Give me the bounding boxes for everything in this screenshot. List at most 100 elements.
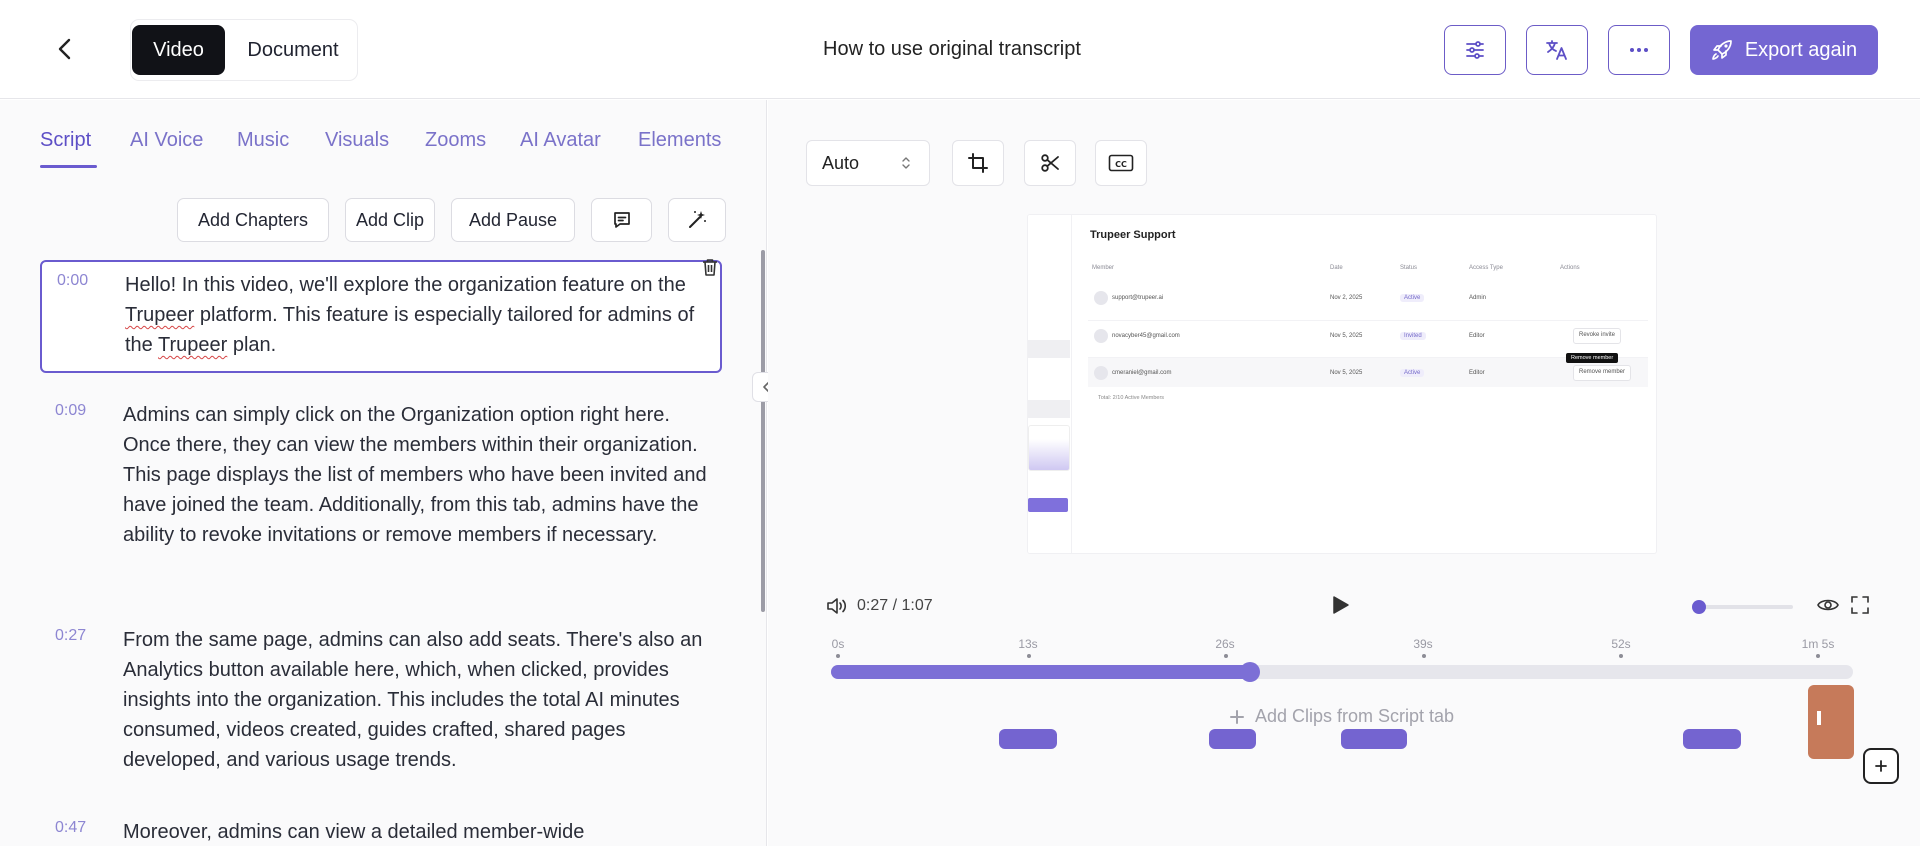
timeline-chapter-marker[interactable] (1683, 729, 1741, 749)
misspelled-word[interactable]: Trupeer (125, 304, 194, 326)
preview-access: Editor (1469, 333, 1485, 339)
playback-time: 0:27 / 1:07 (857, 597, 933, 615)
plus-square-icon (1875, 760, 1887, 772)
play-button[interactable] (1329, 594, 1351, 621)
timeline-tick (836, 654, 840, 658)
timeline-tick-label: 39s (1413, 637, 1433, 651)
back-button[interactable] (48, 32, 82, 66)
segment-text[interactable]: Admins can simply click on the Organizat… (123, 400, 713, 550)
preview-email: cmeraniel@gmail.com (1112, 370, 1172, 376)
script-segment-selected[interactable]: 0:00 Hello! In this video, we'll explore… (40, 260, 722, 373)
delete-segment-button[interactable] (700, 257, 724, 281)
drag-handle-icon[interactable] (1817, 711, 1821, 725)
timeline-tick-label: 0s (831, 637, 845, 651)
playhead-handle[interactable] (1240, 662, 1261, 682)
segment-text-part: plan. (227, 334, 277, 356)
timeline-tick (1224, 654, 1228, 658)
segment-timestamp[interactable]: 0:27 (55, 627, 86, 645)
status-badge: Active (1400, 294, 1425, 302)
volume-icon (827, 598, 847, 614)
video-editor-panel: Auto CC Trupeer Support Member Date Stat… (768, 100, 1920, 846)
comment-button[interactable] (591, 198, 652, 242)
closed-captions-icon: CC (1108, 154, 1134, 172)
preview-column-header: Status (1400, 265, 1418, 271)
tab-ai-avatar[interactable]: AI Avatar (520, 129, 601, 152)
add-pause-button[interactable]: Add Pause (451, 198, 575, 242)
segment-timestamp[interactable]: 0:09 (55, 402, 86, 420)
script-segment[interactable]: 0:09 Admins can simply click on the Orga… (40, 400, 722, 560)
preview-access: Admin (1469, 295, 1487, 301)
play-icon (1333, 596, 1349, 614)
timeline-tick-label: 13s (1018, 637, 1038, 651)
preview-date: Nov 5, 2025 (1330, 370, 1363, 376)
timeline-tick (1027, 654, 1031, 658)
timeline-chapter-marker[interactable] (1341, 729, 1407, 749)
translate-icon (1546, 40, 1567, 60)
add-frame-button[interactable] (1863, 748, 1899, 784)
preview-table-row: cmeraniel@gmail.com Nov 5, 2025 Active E… (1088, 357, 1648, 387)
segment-text[interactable]: From the same page, admins can also add … (123, 625, 713, 775)
tab-music[interactable]: Music (237, 129, 289, 152)
magic-wand-button[interactable] (668, 198, 726, 242)
tab-visuals[interactable]: Visuals (325, 129, 389, 152)
settings-button[interactable] (1444, 25, 1506, 75)
mode-document[interactable]: Document (231, 25, 355, 75)
revoke-invite-button: Revoke invite (1573, 328, 1622, 344)
segment-text-part: Hello! In this video, we'll explore the … (125, 274, 686, 296)
export-again-label: Export again (1744, 38, 1858, 61)
tab-elements[interactable]: Elements (638, 129, 721, 152)
script-segment[interactable]: 0:27 From the same page, admins can also… (40, 625, 722, 785)
crop-button[interactable] (952, 140, 1004, 186)
cut-button[interactable] (1024, 140, 1076, 186)
zoom-slider[interactable] (1692, 600, 1793, 614)
export-again-button[interactable]: Export again (1690, 25, 1878, 75)
script-panel: Script AI Voice Music Visuals Zooms AI A… (0, 100, 767, 846)
tab-zooms[interactable]: Zooms (425, 129, 486, 152)
page-title: How to use original transcript (823, 38, 1081, 60)
captions-button[interactable]: CC (1095, 140, 1147, 186)
avatar (1094, 291, 1108, 305)
misspelled-word[interactable]: Trupeer (158, 334, 227, 356)
top-bar: Video Document How to use original trans… (0, 0, 1920, 99)
tab-script[interactable]: Script (40, 129, 91, 152)
chevron-left-icon (58, 38, 71, 60)
mode-video[interactable]: Video (132, 25, 225, 75)
preview-table-row: support@trupeer.ai Nov 2, 2025 Active Ad… (1088, 283, 1648, 313)
fullscreen-button[interactable] (1851, 596, 1869, 619)
remove-member-button: Remove member (1573, 365, 1632, 381)
volume-button[interactable] (826, 596, 848, 621)
script-segment[interactable]: 0:47 Moreover, admins can view a detaile… (40, 817, 722, 846)
preview-footer: Total: 2/10 Active Members (1098, 395, 1165, 401)
add-clips-button[interactable]: Add Clips from Script tab (1229, 706, 1454, 727)
avatar (1094, 366, 1108, 380)
zoom-slider-handle[interactable] (1692, 600, 1706, 614)
add-clips-label: Add Clips from Script tab (1255, 706, 1455, 726)
segment-timestamp[interactable]: 0:47 (55, 819, 86, 837)
trash-icon (703, 259, 717, 276)
aspect-ratio-select[interactable]: Auto (806, 140, 930, 186)
script-scrollbar[interactable] (761, 250, 765, 612)
translate-button[interactable] (1526, 25, 1588, 75)
visibility-button[interactable] (1817, 596, 1839, 619)
crop-icon (968, 153, 988, 173)
segment-text[interactable]: Hello! In this video, we'll explore the … (125, 270, 715, 360)
status-badge: Invited (1400, 332, 1426, 340)
segment-text[interactable]: Moreover, admins can view a detailed mem… (123, 817, 713, 846)
end-clip-block[interactable] (1808, 685, 1854, 759)
segment-timestamp[interactable]: 0:00 (57, 272, 88, 290)
timeline-progress-fill (831, 665, 1251, 679)
tab-ai-voice[interactable]: AI Voice (130, 129, 203, 152)
add-chapters-button[interactable]: Add Chapters (177, 198, 329, 242)
preview-column-header: Member (1092, 265, 1115, 271)
add-clip-button[interactable]: Add Clip (345, 198, 435, 242)
timeline-progress[interactable] (831, 662, 1853, 682)
preview-title: Trupeer Support (1090, 229, 1176, 241)
status-badge: Active (1400, 369, 1425, 377)
video-preview[interactable]: Trupeer Support Member Date Status Acces… (1028, 215, 1656, 553)
total-duration: 1:07 (901, 597, 933, 614)
magic-wand-icon (689, 211, 706, 228)
timeline-chapter-marker[interactable] (999, 729, 1057, 749)
timeline-chapter-marker[interactable] (1209, 729, 1256, 749)
active-tab-indicator (40, 165, 97, 168)
more-button[interactable] (1608, 25, 1670, 75)
